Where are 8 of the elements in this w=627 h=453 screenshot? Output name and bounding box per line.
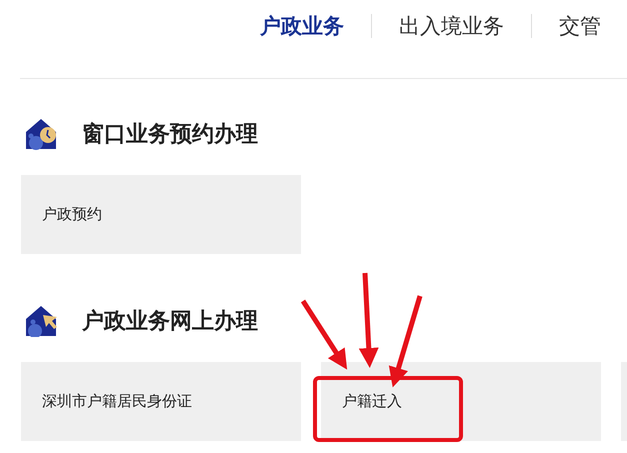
section-title: 户政业务网上办理 (82, 308, 258, 336)
nav-tab[interactable]: 户政业务 (260, 12, 344, 40)
service-card[interactable]: 户籍迁入 (321, 362, 601, 441)
nav-tab[interactable]: 出入境业务 (399, 12, 504, 40)
section-title: 窗口业务预约办理 (82, 120, 258, 149)
service-card[interactable]: 深圳市户籍居民身份证 (21, 362, 301, 441)
service-card[interactable]: 户政预约 (21, 175, 301, 254)
nav-tab[interactable]: 交管 (559, 12, 601, 40)
